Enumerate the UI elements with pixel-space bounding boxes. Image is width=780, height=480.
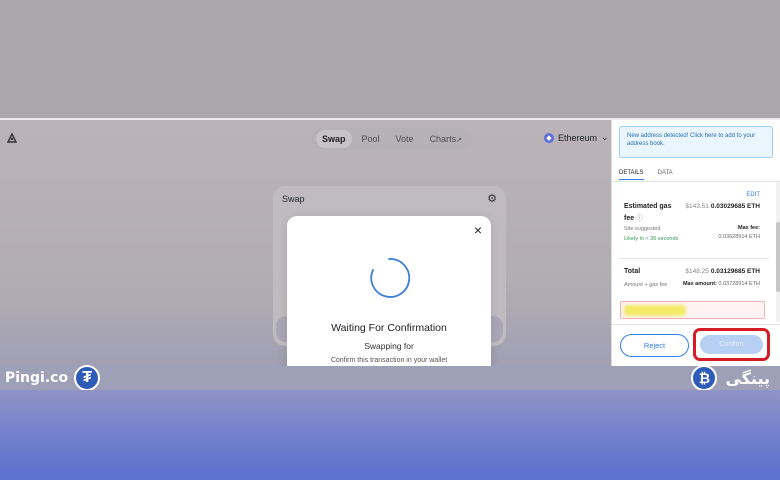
edit-link[interactable]: EDIT: [746, 192, 760, 198]
max-fee-label-text: Max fee:: [737, 225, 760, 231]
bottom-backdrop: [0, 390, 780, 480]
branding-right: ₿ پینگی: [691, 363, 770, 393]
max-fee-value: 0.03628914 ETH: [718, 234, 760, 240]
ethereum-icon: ◆: [544, 132, 554, 143]
tab-vote[interactable]: Vote: [390, 130, 420, 148]
warning-box: [620, 301, 765, 319]
total-usd: $148.25: [685, 268, 709, 275]
close-icon[interactable]: ×: [474, 222, 482, 238]
branding-strip: [0, 366, 780, 390]
footer-divider: [612, 324, 780, 325]
total-eth: 0.03129685 ETH: [710, 268, 760, 275]
tab-pool[interactable]: Pool: [356, 130, 386, 148]
swap-card-title: Swap: [282, 194, 305, 204]
gas-eth: 0.03029685 ETH: [710, 203, 760, 210]
scrollbar[interactable]: [776, 182, 780, 322]
likely-time: Likely in < 30 seconds: [624, 236, 679, 242]
tab-details[interactable]: DETAILS: [619, 170, 644, 180]
gas-label-fee: fee ⓘ: [624, 213, 643, 223]
modal-title: Waiting For Confirmation: [331, 322, 447, 334]
wallet-tabs: DETAILS DATA: [619, 170, 673, 180]
modal-subtitle: Swapping for: [364, 341, 414, 351]
tabs-divider: [612, 181, 780, 182]
confirm-button[interactable]: Confirm: [700, 335, 763, 354]
max-amount-label: Max amount:: [682, 281, 717, 287]
confirm-highlight-ring: Confirm: [693, 328, 770, 361]
brand-text-latin: Pingi.co: [5, 370, 69, 386]
loading-spinner-icon: [370, 258, 411, 298]
wallet-popup: New address detected! Click here to add …: [611, 120, 780, 366]
network-selector[interactable]: ◆ Ethereum ⌄: [544, 132, 609, 143]
tab-swap[interactable]: Swap: [316, 130, 352, 148]
modal-note: Confirm this transaction in your wallet: [330, 357, 448, 364]
chevron-down-icon: ⌄: [601, 132, 609, 142]
site-suggested: Site suggested: [624, 226, 661, 232]
tether-icon: ₮: [74, 365, 101, 391]
tab-charts-label: Charts: [429, 134, 457, 144]
tab-data[interactable]: DATA: [658, 170, 673, 180]
bitcoin-icon: ₿: [691, 365, 718, 391]
top-nav: Swap Pool Vote Charts↗: [312, 128, 472, 150]
gas-label: Estimated gas: [624, 203, 672, 210]
gas-usd: $143.51: [685, 203, 709, 210]
highlighted-text-blur: [624, 305, 686, 316]
confirmation-modal: × Waiting For Confirmation Swapping for …: [287, 216, 491, 378]
reject-button[interactable]: Reject: [620, 334, 689, 357]
unicorn-logo-icon[interactable]: [6, 132, 18, 144]
total-value: $148.25 0.03129685 ETH: [685, 268, 760, 275]
branding-left: Pingi.co ₮: [0, 363, 101, 393]
tab-charts[interactable]: Charts↗: [424, 130, 468, 148]
scrollbar-thumb[interactable]: [776, 222, 780, 292]
max-amount-value: 0.03728914 ETH: [718, 281, 760, 287]
new-address-notice[interactable]: New address detected! Click here to add …: [619, 126, 773, 158]
info-icon[interactable]: ⓘ: [636, 215, 643, 222]
max-fee-label: Max fee:: [738, 225, 760, 231]
total-label: Total: [624, 268, 641, 275]
network-name: Ethereum: [558, 132, 598, 143]
section-divider: [619, 258, 769, 259]
amount-gas-label: Amount + gas fee: [624, 282, 668, 288]
gas-value: $143.51 0.03029685 ETH: [685, 203, 760, 210]
max-amount: Max amount: 0.03728914 ETH: [683, 281, 760, 287]
gas-label-fee-text: fee: [624, 215, 635, 222]
top-backdrop: [0, 0, 780, 118]
external-link-icon: ↗: [456, 137, 462, 144]
gear-icon[interactable]: ⚙: [487, 192, 497, 205]
brand-text-persian: پینگی: [725, 368, 770, 388]
